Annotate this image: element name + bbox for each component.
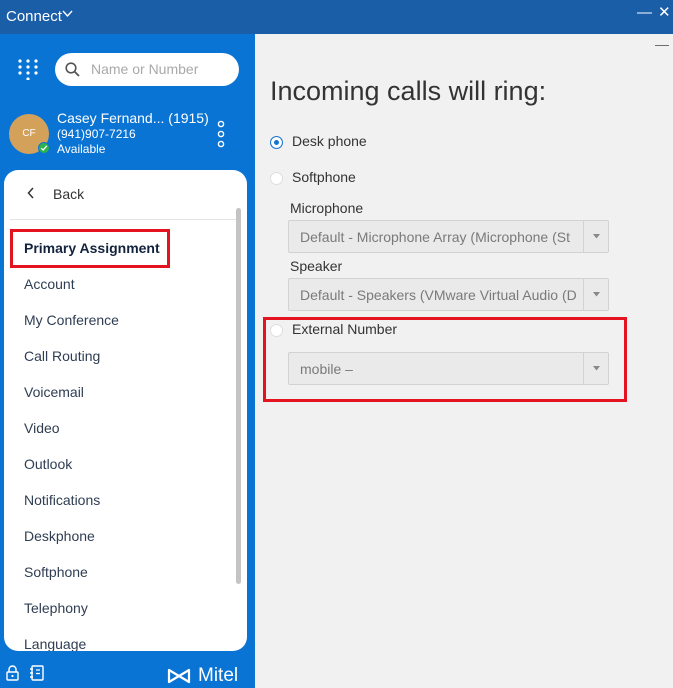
chevron-left-icon <box>27 187 34 199</box>
search-icon <box>65 62 80 77</box>
external-number-radio[interactable] <box>270 324 283 337</box>
external-number-label[interactable]: External Number <box>292 321 397 337</box>
speaker-select[interactable]: Default - Speakers (VMware Virtual Audio… <box>288 278 609 311</box>
menu-item-my-conference[interactable]: My Conference <box>24 312 119 328</box>
caret-down-icon <box>593 234 600 239</box>
menu-item-outlook[interactable]: Outlook <box>24 456 72 472</box>
menu-item-language[interactable]: Language <box>24 636 86 651</box>
search-input[interactable] <box>91 58 231 80</box>
menu-item-primary-assignment[interactable]: Primary Assignment <box>24 240 160 256</box>
desk-phone-label[interactable]: Desk phone <box>292 133 367 149</box>
microphone-label: Microphone <box>290 200 364 216</box>
external-number-select[interactable]: mobile – <box>288 352 609 385</box>
menu-item-deskphone[interactable]: Deskphone <box>24 528 95 544</box>
dialpad-icon[interactable] <box>17 58 39 80</box>
user-number: (941)907-7216 <box>57 127 136 141</box>
microphone-value: Default - Microphone Array (Microphone (… <box>300 229 570 245</box>
mitel-logo-icon <box>167 668 191 684</box>
lock-icon[interactable] <box>6 665 19 681</box>
external-number-value: mobile – <box>300 361 353 377</box>
contact-card-icon[interactable] <box>29 665 45 681</box>
menu-item-softphone[interactable]: Softphone <box>24 564 88 580</box>
back-button[interactable]: Back <box>10 170 241 220</box>
speaker-label: Speaker <box>290 258 343 274</box>
chevron-down-icon[interactable] <box>62 10 73 18</box>
user-status: Available <box>57 142 106 156</box>
sidebar: CF Casey Fernand... (1915) (941)907-7216… <box>0 34 255 688</box>
search-box <box>55 53 239 86</box>
page-title: Incoming calls will ring: <box>270 76 547 106</box>
microphone-select[interactable]: Default - Microphone Array (Microphone (… <box>288 220 609 253</box>
caret-down-icon <box>593 366 600 371</box>
presence-available-icon <box>38 142 50 154</box>
settings-menu: Back Primary Assignment Account My Confe… <box>4 170 247 651</box>
back-label: Back <box>53 186 85 202</box>
app-title[interactable]: Connect <box>6 8 62 25</box>
microphone-dropdown-arrow[interactable] <box>583 221 608 252</box>
title-bar: Connect — ✕ <box>0 0 673 34</box>
desk-phone-radio[interactable] <box>270 136 283 149</box>
menu-item-notifications[interactable]: Notifications <box>24 492 100 508</box>
menu-item-telephony[interactable]: Telephony <box>24 600 88 616</box>
primary-assignment-pane: — Incoming calls will ring: Desk phone S… <box>255 34 673 688</box>
softphone-radio[interactable] <box>270 172 283 185</box>
user-profile[interactable]: CF Casey Fernand... (1915) (941)907-7216… <box>0 106 255 162</box>
minimize-button[interactable]: — <box>637 5 652 21</box>
external-number-dropdown-arrow[interactable] <box>583 353 608 384</box>
pane-minimize-button[interactable]: — <box>655 36 669 52</box>
speaker-value: Default - Speakers (VMware Virtual Audio… <box>300 287 577 303</box>
menu-item-video[interactable]: Video <box>24 420 60 436</box>
user-name: Casey Fernand... (1915) <box>57 110 209 126</box>
menu-item-voicemail[interactable]: Voicemail <box>24 384 84 400</box>
kebab-icon[interactable] <box>216 120 226 148</box>
close-button[interactable]: ✕ <box>658 5 671 21</box>
menu-scrollbar[interactable] <box>236 208 241 584</box>
menu-item-account[interactable]: Account <box>24 276 75 292</box>
speaker-dropdown-arrow[interactable] <box>583 279 608 310</box>
caret-down-icon <box>593 292 600 297</box>
softphone-label[interactable]: Softphone <box>292 169 356 185</box>
mitel-brand-name: Mitel <box>198 665 239 686</box>
menu-item-call-routing[interactable]: Call Routing <box>24 348 100 364</box>
